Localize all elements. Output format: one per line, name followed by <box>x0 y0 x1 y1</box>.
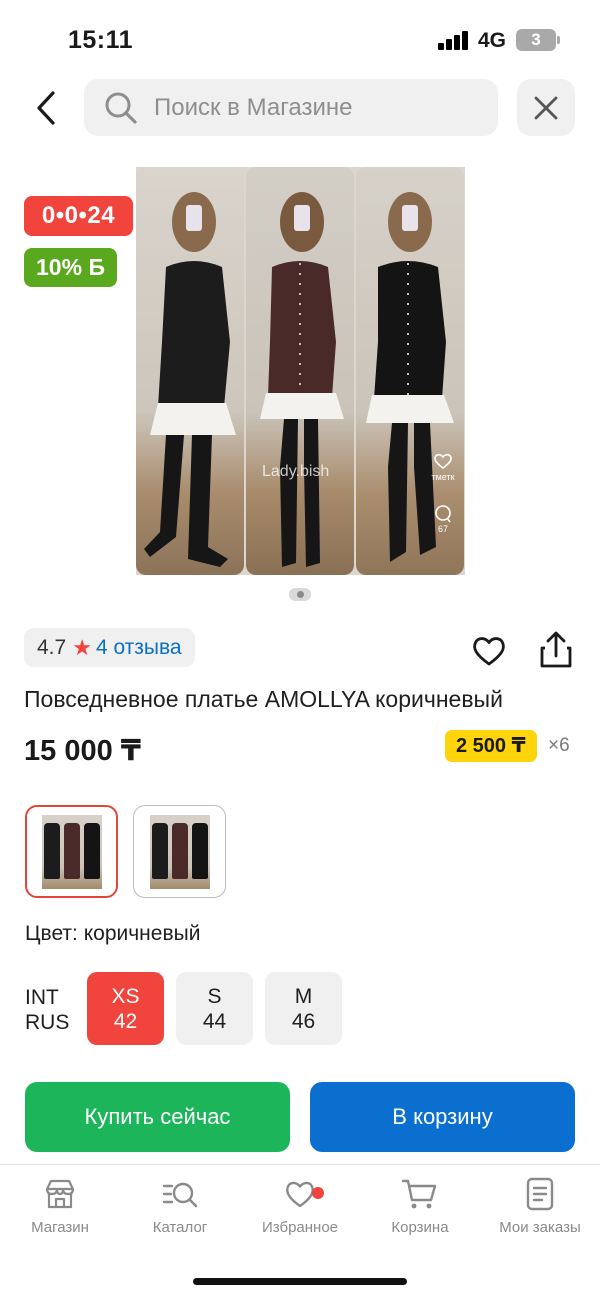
share-icon <box>540 631 572 668</box>
side-label: тметк <box>431 472 455 482</box>
size-system-labels: INT RUS <box>25 985 69 1035</box>
reviews-link[interactable]: 4 отзыва <box>96 636 182 660</box>
tab-cart[interactable]: Корзина <box>360 1177 480 1236</box>
size-int: S <box>207 985 222 1008</box>
tab-favorites[interactable]: Избранное <box>240 1177 360 1236</box>
product-title: Повседневное платье AMOLLYA коричневый <box>24 686 503 712</box>
comment-icon <box>435 505 451 523</box>
image-side-actions: тметк 67 <box>428 452 458 534</box>
star-icon: ★ <box>72 634 92 660</box>
timer-badge: 0•0•24 <box>24 196 133 236</box>
image-watermark: Lady.bish <box>262 463 330 480</box>
status-time: 15:11 <box>68 26 134 54</box>
color-variant-brown[interactable] <box>25 805 118 898</box>
installment-months: ×6 <box>548 735 570 756</box>
status-bar: 15:11 4G 3 <box>0 0 600 80</box>
buy-now-button[interactable]: Купить сейчас <box>25 1082 290 1152</box>
size-int: XS <box>111 985 140 1008</box>
catalog-icon <box>162 1182 198 1208</box>
store-icon <box>45 1179 75 1209</box>
tab-label: Магазин <box>31 1219 89 1236</box>
rating-value: 4.7 <box>37 635 67 659</box>
close-button[interactable] <box>517 79 575 136</box>
size-int: M <box>294 985 313 1008</box>
bonus-badge: 10% Б <box>24 248 117 287</box>
color-label: Цвет: коричневый <box>25 922 201 945</box>
home-indicator <box>193 1278 407 1285</box>
color-variant-alt[interactable] <box>133 805 226 898</box>
size-rus: 44 <box>202 1010 227 1033</box>
size-system-int: INT <box>25 986 59 1009</box>
notification-dot <box>312 1187 324 1199</box>
size-option-xs[interactable]: XS 42 <box>87 972 164 1045</box>
size-option-m[interactable]: M 46 <box>265 972 342 1045</box>
search-icon <box>105 92 137 124</box>
rating-chip[interactable]: 4.7 ★ 4 отзыва <box>24 628 195 667</box>
size-system-rus: RUS <box>25 1011 70 1034</box>
size-rus: 46 <box>291 1010 316 1033</box>
product-image[interactable] <box>136 167 465 575</box>
tab-label: Каталог <box>152 1219 208 1236</box>
network-type: 4G <box>478 29 507 52</box>
tab-store[interactable]: Магазин <box>0 1177 120 1236</box>
tab-label: Избранное <box>261 1219 339 1236</box>
search-bar[interactable] <box>84 79 498 136</box>
share-button[interactable] <box>537 630 575 670</box>
search-input[interactable] <box>154 93 484 122</box>
back-button[interactable] <box>26 86 66 130</box>
installment-price[interactable]: 2 500 ₸ <box>445 730 537 762</box>
close-icon <box>534 96 558 119</box>
size-option-s[interactable]: S 44 <box>176 972 253 1045</box>
heart-icon <box>473 637 505 666</box>
tab-orders[interactable]: Мои заказы <box>480 1177 600 1236</box>
side-count: 67 <box>437 524 448 534</box>
chevron-left-icon <box>37 91 55 125</box>
tab-label: Корзина <box>391 1219 449 1236</box>
tab-catalog[interactable]: Каталог <box>120 1177 240 1236</box>
size-rus: 42 <box>113 1010 138 1033</box>
signal-icon <box>438 30 470 50</box>
image-panel <box>136 167 244 575</box>
variant-thumbnail <box>149 814 210 889</box>
image-pagination <box>289 588 311 601</box>
image-panel <box>246 167 354 575</box>
favorite-button[interactable] <box>470 632 508 670</box>
cart-icon <box>401 1179 437 1209</box>
variant-thumbnail <box>41 814 102 889</box>
orders-icon <box>526 1177 554 1211</box>
tab-label: Мои заказы <box>499 1219 581 1236</box>
add-to-cart-button[interactable]: В корзину <box>310 1082 575 1152</box>
heart-icon <box>434 453 452 470</box>
product-price: 15 000 ₸ <box>24 735 141 767</box>
battery-cap <box>557 36 560 44</box>
battery-icon: 3 <box>516 29 556 51</box>
